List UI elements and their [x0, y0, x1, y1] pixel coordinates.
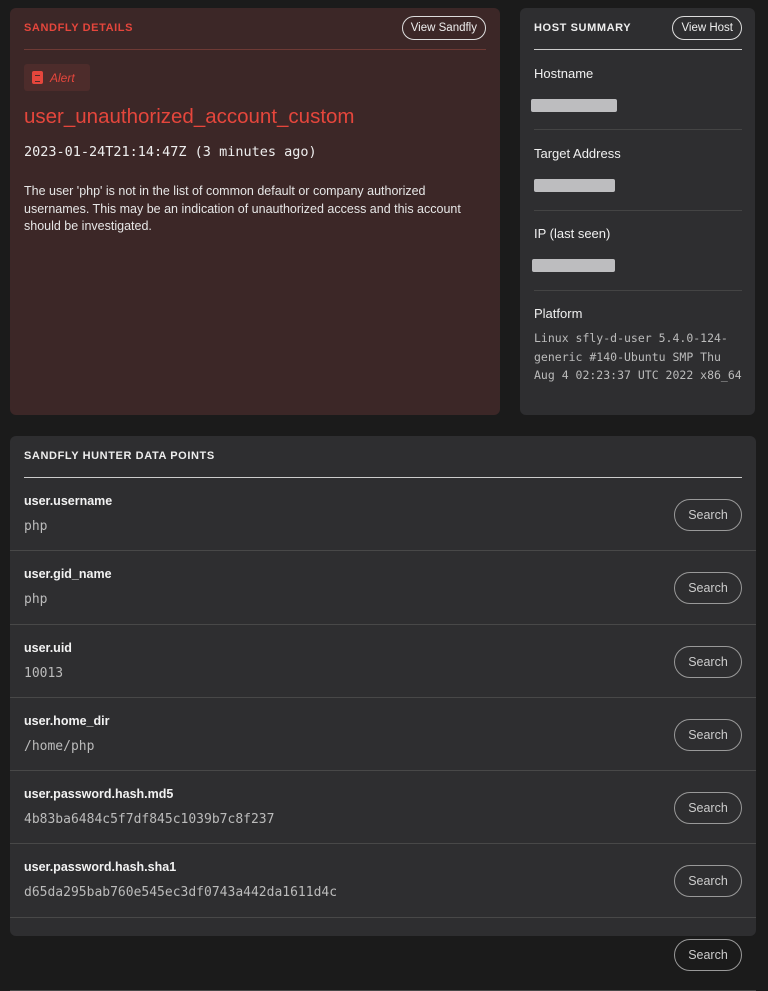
data-point-row: user.uid 10013 Search — [10, 625, 756, 698]
data-point-value: /home/php — [24, 738, 95, 754]
data-point-value: 10013 — [24, 665, 64, 681]
data-points-list: user.username php Search user.gid_name ph… — [10, 478, 756, 991]
platform-field: Platform Linux sfly-d-user 5.4.0-124-gen… — [534, 306, 742, 385]
search-button[interactable]: Search — [674, 865, 742, 898]
data-point-row: user.home_dir /home/php Search — [10, 698, 756, 772]
data-point-value: d65da295bab760e545ec3df0743a442da1611d4c — [24, 885, 338, 901]
host-summary-card: HOST SUMMARY View Host Hostname Target A… — [520, 8, 755, 415]
field-label: Platform — [534, 306, 583, 321]
badge-label: Alert — [50, 70, 75, 85]
search-button[interactable]: Search — [674, 718, 742, 751]
description: The user 'php' is not in the list of com… — [24, 184, 461, 233]
data-point-row: Search — [10, 918, 756, 991]
clipboard-icon — [32, 71, 43, 84]
alert-badge: Alert — [24, 64, 90, 91]
data-point-row: user.username php Search — [10, 478, 756, 552]
divider — [534, 129, 742, 130]
data-point-value: 4b83ba6484c5f7df845c1039b7c8f237 — [24, 812, 275, 828]
redacted-value — [534, 179, 615, 192]
data-point-value: php — [24, 519, 48, 534]
field-label: Hostname — [534, 66, 594, 81]
data-point-label: user.username — [24, 494, 113, 508]
divider — [534, 210, 742, 211]
divider — [24, 49, 486, 50]
card-title: HOST SUMMARY — [534, 22, 632, 34]
search-button[interactable]: Search — [674, 792, 742, 825]
ip-field: IP (last seen) — [532, 226, 742, 272]
search-button[interactable]: Search — [674, 938, 742, 971]
data-point-row: user.password.hash.sha1 d65da295bab760e5… — [10, 844, 756, 918]
redacted-value — [531, 99, 617, 112]
sandfly-name: user_unauthorized_account_custom — [24, 105, 355, 128]
search-button[interactable]: Search — [674, 645, 742, 678]
divider — [534, 49, 742, 50]
card-title: SANDFLY DETAILS — [24, 22, 134, 34]
divider — [534, 290, 742, 291]
data-point-label: user.password.hash.md5 — [24, 787, 174, 802]
field-label: IP (last seen) — [534, 226, 611, 241]
search-button[interactable]: Search — [674, 572, 742, 605]
data-point-label: user.password.hash.sha1 — [24, 860, 177, 875]
redacted-value — [532, 259, 615, 272]
view-sandfly-button[interactable]: View Sandfly — [401, 16, 486, 40]
data-point-label: user.home_dir — [24, 713, 110, 728]
data-point-label: user.uid — [24, 640, 72, 655]
view-host-button[interactable]: View Host — [672, 16, 742, 40]
sandfly-details-card: SANDFLY DETAILS View Sandfly Alert user_… — [10, 8, 500, 415]
card-title: SANDFLY HUNTER DATA POINTS — [24, 450, 215, 462]
platform-value: Linux sfly-d-user 5.4.0-124-generic #140… — [534, 331, 742, 382]
timestamp: 2023-01-24T21:14:47Z (3 minutes ago) — [24, 144, 317, 160]
hostname-field: Hostname — [531, 66, 742, 112]
target-address-field: Target Address — [534, 146, 742, 192]
data-point-row: user.gid_name php Search — [10, 551, 756, 625]
search-button[interactable]: Search — [674, 499, 742, 531]
hunter-data-points-card: SANDFLY HUNTER DATA POINTS user.username… — [10, 436, 756, 991]
field-label: Target Address — [534, 146, 621, 161]
data-point-label: user.gid_name — [24, 567, 112, 582]
data-point-value: php — [24, 592, 48, 608]
data-point-row: user.password.hash.md5 4b83ba6484c5f7df8… — [10, 771, 756, 845]
